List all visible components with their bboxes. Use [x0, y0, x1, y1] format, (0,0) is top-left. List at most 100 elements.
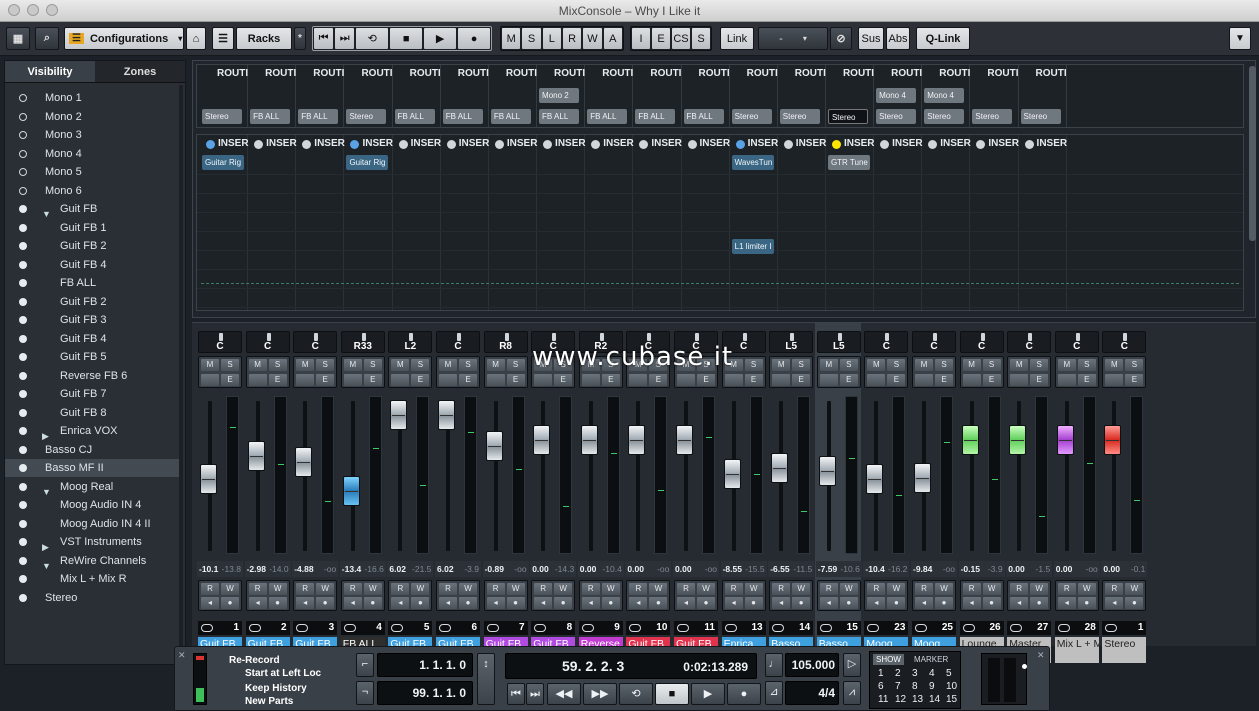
- listen-button[interactable]: [296, 374, 315, 386]
- record-enable-button[interactable]: ●: [792, 597, 811, 609]
- routing-header[interactable]: ROUTI: [458, 67, 489, 81]
- visible-dot-icon[interactable]: [19, 223, 27, 232]
- monitor-button[interactable]: ◂: [772, 597, 791, 609]
- forward-button[interactable]: ▶▶: [583, 683, 617, 705]
- routing-output-slot[interactable]: FB ALL: [250, 109, 291, 124]
- racks-menu-button[interactable]: ☰: [212, 27, 234, 50]
- record-transport-button[interactable]: ●: [727, 683, 761, 705]
- configurations-dropdown[interactable]: ☰ Configurations ▾: [64, 27, 184, 50]
- pan-control[interactable]: L2: [388, 331, 433, 353]
- solo-button[interactable]: S: [268, 359, 287, 371]
- toggle-m-button[interactable]: M: [502, 28, 521, 49]
- visibility-item[interactable]: Guit FB 2: [5, 293, 179, 311]
- monitor-button[interactable]: ◂: [1057, 597, 1076, 609]
- volume-value[interactable]: 0.00: [627, 561, 644, 577]
- routing-input-slot[interactable]: Mono 2: [539, 88, 580, 103]
- visibility-item[interactable]: Guit FB 4: [5, 330, 179, 348]
- routing-output-slot[interactable]: FB ALL: [490, 109, 531, 124]
- visibility-item[interactable]: Moog Audio IN 4 II: [5, 515, 179, 533]
- routing-header[interactable]: ROUTI: [939, 67, 970, 81]
- monitor-button[interactable]: ◂: [581, 597, 600, 609]
- record-enable-button[interactable]: ●: [506, 597, 525, 609]
- peak-value[interactable]: -16.6: [364, 561, 383, 577]
- mute-button[interactable]: M: [915, 359, 933, 371]
- close-transport-icon[interactable]: ✕: [178, 650, 186, 661]
- peak-value[interactable]: -14.3: [555, 561, 574, 577]
- inserts-header[interactable]: INSER: [1037, 137, 1068, 151]
- tempo-display[interactable]: 105.000: [785, 653, 839, 677]
- insert-bypass-icon[interactable]: [591, 140, 601, 149]
- routing-output-slot[interactable]: Stereo: [876, 109, 917, 124]
- inserts-header[interactable]: INSER: [411, 137, 442, 151]
- link-clear-button[interactable]: ⊘: [830, 27, 852, 50]
- insert-bypass-icon[interactable]: [976, 140, 986, 149]
- visibility-item[interactable]: ▶ VST Instruments: [5, 533, 179, 552]
- insert-bypass-icon[interactable]: [1024, 140, 1034, 149]
- insert-bypass-icon[interactable]: [735, 140, 745, 149]
- volume-fader[interactable]: [390, 399, 408, 430]
- visible-dot-icon[interactable]: [19, 371, 27, 380]
- visible-dot-icon[interactable]: [19, 501, 27, 509]
- solo-button[interactable]: S: [935, 359, 953, 371]
- toggle-cs-button[interactable]: CS: [672, 28, 690, 49]
- marker-button[interactable]: 14: [929, 694, 940, 705]
- read-automation-button[interactable]: R: [534, 583, 553, 595]
- marker-button[interactable]: 5: [946, 668, 952, 679]
- record-enable-button[interactable]: ●: [697, 597, 715, 609]
- link-dropdown[interactable]: - ▾: [758, 27, 828, 50]
- listen-button[interactable]: [486, 374, 505, 386]
- listen-button[interactable]: [867, 374, 886, 386]
- listen-button[interactable]: [677, 374, 695, 386]
- toggle-a-button[interactable]: A: [603, 28, 622, 49]
- monitor-button[interactable]: ◂: [248, 597, 267, 609]
- insert-bypass-icon[interactable]: [302, 140, 312, 149]
- routing-header[interactable]: ROUTI: [361, 67, 392, 81]
- visibility-item[interactable]: Basso MF II: [5, 459, 179, 477]
- routing-header[interactable]: ROUTI: [602, 67, 633, 81]
- inserts-header[interactable]: INSER: [988, 137, 1019, 151]
- visible-dot-icon[interactable]: [19, 445, 27, 454]
- peak-value[interactable]: -3.9: [464, 561, 479, 577]
- visible-dot-icon[interactable]: [19, 556, 27, 565]
- routing-output-slot[interactable]: FB ALL: [635, 109, 676, 124]
- record-enable-button[interactable]: ●: [221, 597, 239, 609]
- marker-button[interactable]: 3: [912, 668, 918, 679]
- solo-button[interactable]: S: [221, 359, 239, 371]
- inserts-header[interactable]: INSER: [748, 137, 779, 151]
- sus-button[interactable]: Sus: [858, 27, 884, 50]
- pan-control[interactable]: C: [436, 331, 480, 353]
- peak-value[interactable]: -21.5: [412, 561, 431, 577]
- record-enable-button[interactable]: ●: [744, 597, 763, 609]
- pan-control[interactable]: C: [1007, 331, 1052, 353]
- hidden-dot-icon[interactable]: [19, 94, 27, 102]
- mute-button[interactable]: M: [1105, 359, 1124, 371]
- stop-transport-button[interactable]: ■: [655, 683, 689, 705]
- insert-bypass-icon[interactable]: [350, 140, 360, 149]
- listen-button[interactable]: [1010, 374, 1029, 386]
- solo-button[interactable]: S: [839, 359, 858, 371]
- insert-bypass-icon[interactable]: [639, 140, 649, 149]
- sync-button[interactable]: ▷: [843, 653, 861, 677]
- peak-value[interactable]: -10.4: [602, 561, 621, 577]
- volume-value[interactable]: -13.4: [342, 561, 361, 577]
- solo-button[interactable]: S: [316, 359, 335, 371]
- monitor-button[interactable]: ◂: [343, 597, 362, 609]
- pan-control[interactable]: C: [245, 331, 290, 353]
- listen-button[interactable]: [819, 374, 838, 386]
- write-automation-button[interactable]: W: [649, 583, 668, 595]
- inserts-header[interactable]: INSER: [362, 137, 393, 151]
- visible-dot-icon[interactable]: [19, 427, 27, 435]
- toggle-w-button[interactable]: W: [583, 28, 602, 49]
- write-automation-button[interactable]: W: [1077, 583, 1096, 595]
- marker-button[interactable]: 4: [929, 668, 935, 679]
- tempo-track-button[interactable]: ♩: [765, 653, 783, 677]
- show-markers-button[interactable]: SHOW: [873, 654, 904, 665]
- left-locator-button[interactable]: ⌐: [356, 653, 374, 677]
- edit-channel-button[interactable]: E: [554, 374, 573, 386]
- marker-button[interactable]: 13: [912, 694, 923, 705]
- rewind-button[interactable]: ◀◀: [547, 683, 581, 705]
- write-automation-button[interactable]: W: [839, 583, 858, 595]
- read-automation-button[interactable]: R: [867, 583, 886, 595]
- visibility-item[interactable]: Mono 1: [5, 89, 179, 107]
- hidden-dot-icon[interactable]: [19, 168, 27, 176]
